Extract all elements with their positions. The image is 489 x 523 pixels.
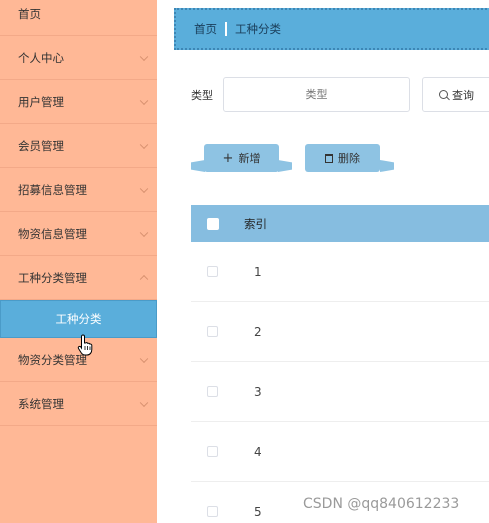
add-button[interactable]: + 新增 bbox=[204, 144, 279, 172]
row-checkbox[interactable] bbox=[207, 446, 218, 457]
row-checkbox[interactable] bbox=[207, 326, 218, 337]
chevron-down-icon bbox=[139, 184, 149, 193]
chevron-down-icon bbox=[139, 96, 149, 105]
row-index: 2 bbox=[254, 324, 262, 339]
sidebar-item-material-info-management[interactable]: 物资信息管理 bbox=[0, 212, 157, 256]
hand-cursor-icon bbox=[77, 334, 93, 356]
breadcrumb: 首页 工种分类 bbox=[174, 8, 489, 50]
row-index: 5 bbox=[254, 504, 262, 519]
breadcrumb-current: 工种分类 bbox=[235, 22, 281, 36]
table-header: 索引 bbox=[191, 205, 489, 242]
chevron-down-icon bbox=[139, 52, 149, 61]
breadcrumb-home[interactable]: 首页 bbox=[194, 21, 217, 37]
chevron-up-icon bbox=[139, 274, 149, 283]
plus-icon: + bbox=[222, 150, 234, 166]
breadcrumb-separator bbox=[225, 22, 227, 36]
sidebar-item-personal-center[interactable]: 个人中心 bbox=[0, 36, 157, 80]
table-row: 4 bbox=[191, 422, 489, 482]
watermark: CSDN @qq840612233 bbox=[303, 496, 460, 512]
button-decoration bbox=[380, 160, 394, 172]
sidebar-item-recruit-management[interactable]: 招募信息管理 bbox=[0, 168, 157, 212]
chevron-down-icon bbox=[139, 398, 149, 407]
sidebar-item-user-management[interactable]: 用户管理 bbox=[0, 80, 157, 124]
chevron-down-icon bbox=[139, 140, 149, 149]
sidebar-item-member-management[interactable]: 会员管理 bbox=[0, 124, 157, 168]
table-row: 3 bbox=[191, 362, 489, 422]
sidebar: 首页 个人中心 用户管理 会员管理 招募信息管理 物资信息管理 工种分类管理 工… bbox=[0, 0, 157, 523]
search-row: 类型 查询 bbox=[191, 77, 489, 112]
delete-button[interactable]: 删除 bbox=[305, 144, 380, 172]
row-checkbox[interactable] bbox=[207, 266, 218, 277]
button-decoration bbox=[191, 160, 205, 172]
type-search-input[interactable] bbox=[223, 77, 410, 112]
select-all-checkbox[interactable] bbox=[207, 217, 219, 230]
table-row: 1 bbox=[191, 242, 489, 302]
sidebar-item-worktype-management[interactable]: 工种分类管理 bbox=[0, 256, 157, 300]
search-button[interactable]: 查询 bbox=[422, 77, 489, 112]
chevron-down-icon bbox=[139, 228, 149, 237]
table-row: 2 bbox=[191, 302, 489, 362]
search-icon bbox=[439, 90, 448, 99]
column-header-index: 索引 bbox=[244, 216, 267, 231]
row-checkbox[interactable] bbox=[207, 386, 218, 397]
sidebar-item-home[interactable]: 首页 bbox=[0, 0, 157, 36]
search-label: 类型 bbox=[191, 88, 213, 102]
trash-icon bbox=[325, 153, 333, 163]
row-checkbox[interactable] bbox=[207, 506, 218, 517]
row-index: 1 bbox=[254, 264, 262, 279]
sidebar-subitem-worktype[interactable]: 工种分类 bbox=[0, 300, 157, 338]
row-index: 4 bbox=[254, 444, 262, 459]
row-index: 3 bbox=[254, 384, 262, 399]
sidebar-item-system-management[interactable]: 系统管理 bbox=[0, 382, 157, 426]
chevron-down-icon bbox=[139, 354, 149, 363]
button-decoration bbox=[278, 160, 292, 172]
main-content: 首页 工种分类 类型 查询 + 新增 删除 索引 1 2 3 4 bbox=[157, 0, 489, 523]
